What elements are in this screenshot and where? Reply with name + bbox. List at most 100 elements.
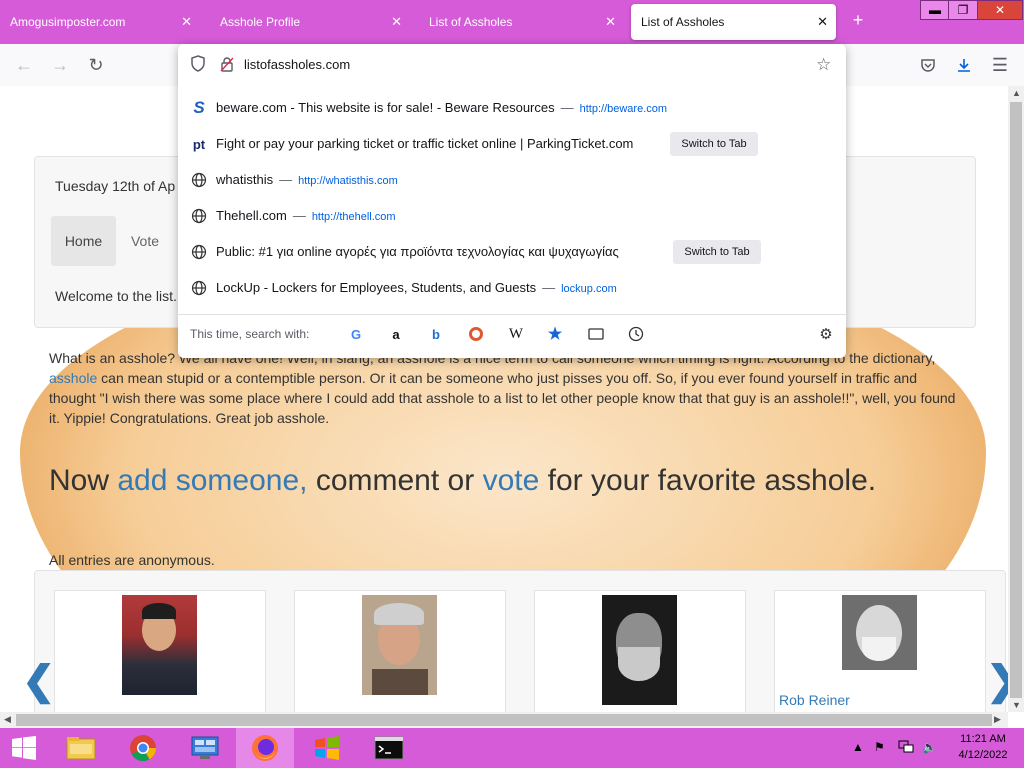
history-icon[interactable] bbox=[626, 324, 646, 344]
suggestion-title: Fight or pay your parking ticket or traf… bbox=[216, 136, 634, 151]
tab-label: List of Assholes bbox=[429, 15, 513, 29]
suggestion-url: http://thehell.com bbox=[311, 211, 396, 223]
windows-icon bbox=[12, 736, 36, 760]
welcome-text: Welcome to the list. bbox=[55, 288, 177, 304]
close-icon[interactable]: ✕ bbox=[817, 14, 828, 30]
vertical-scrollbar-thumb[interactable] bbox=[1010, 102, 1022, 698]
profile-name-link[interactable]: Rob Reiner bbox=[779, 692, 850, 708]
bookmarks-icon[interactable]: ★ bbox=[545, 324, 565, 344]
restore-button[interactable]: ❐ bbox=[948, 0, 978, 20]
suggestion-url: http://whatisthis.com bbox=[298, 175, 398, 187]
tab-label: List of Assholes bbox=[641, 15, 725, 29]
system-clock[interactable]: 11:21 AM 4/12/2022 bbox=[948, 731, 1018, 763]
chrome-icon[interactable] bbox=[114, 728, 172, 768]
shield-icon[interactable] bbox=[190, 55, 206, 76]
network-icon[interactable] bbox=[898, 740, 914, 757]
pocket-icon[interactable] bbox=[916, 53, 940, 77]
volume-icon[interactable]: 🔈 bbox=[922, 740, 937, 754]
control-panel-icon[interactable] bbox=[176, 728, 234, 768]
nav-home[interactable]: Home bbox=[51, 216, 116, 266]
profile-photo[interactable] bbox=[842, 595, 917, 670]
scroll-right-icon[interactable]: ▶ bbox=[994, 714, 1001, 725]
profile-photo[interactable] bbox=[602, 595, 677, 705]
scroll-left-icon[interactable]: ◀ bbox=[4, 714, 11, 725]
suggestion-row[interactable]: whatisthis — http://whatisthis.com bbox=[178, 162, 846, 198]
windows-logo-icon[interactable] bbox=[298, 728, 356, 768]
anonymous-note: All entries are anonymous. bbox=[49, 552, 215, 568]
headline: Now add someone, comment or vote for you… bbox=[49, 464, 876, 498]
globe-icon bbox=[190, 171, 208, 189]
download-icon[interactable] bbox=[952, 53, 976, 77]
tab-list-of-assholes[interactable]: List of Assholes ✕ bbox=[419, 4, 624, 40]
suggestion-url: http://beware.com bbox=[579, 103, 668, 115]
flag-icon[interactable]: ⚑ bbox=[874, 740, 885, 754]
address-input[interactable] bbox=[244, 57, 804, 72]
suggestion-row[interactable]: Public: #1 για online αγορές για προϊόντ… bbox=[178, 234, 846, 270]
suggestion-title: LockUp - Lockers for Employees, Students… bbox=[216, 280, 537, 295]
minimize-button[interactable]: ▬ bbox=[920, 0, 950, 20]
switch-to-tab-button[interactable]: Switch to Tab bbox=[673, 240, 761, 264]
scroll-down-icon[interactable]: ▼ bbox=[1012, 700, 1021, 710]
tab-asshole-profile[interactable]: Asshole Profile ✕ bbox=[210, 4, 410, 40]
globe-icon bbox=[190, 279, 208, 297]
suggestion-row[interactable]: Thehell.com — http://thehell.com bbox=[178, 198, 846, 234]
clock-time: 11:21 AM bbox=[960, 733, 1006, 745]
suggestion-title: Public: #1 για online αγορές για προϊόντ… bbox=[216, 244, 619, 259]
tab-amogus[interactable]: Amogusimposter.com ✕ bbox=[0, 4, 200, 40]
file-explorer-icon[interactable] bbox=[52, 728, 110, 768]
add-someone-link[interactable]: add someone, bbox=[117, 464, 307, 497]
suggestion-row[interactable]: LockUp - Lockers for Employees, Students… bbox=[178, 270, 846, 306]
headline-text: for your favorite asshole. bbox=[539, 464, 877, 497]
bookmark-star-icon[interactable]: ☆ bbox=[816, 55, 831, 75]
profile-photo[interactable] bbox=[362, 595, 437, 695]
intro-text-rest: can mean stupid or a contemptible person… bbox=[49, 370, 956, 426]
suggestion-title: whatisthis bbox=[216, 172, 274, 187]
nav-vote[interactable]: Vote bbox=[125, 216, 165, 266]
globe-icon bbox=[190, 207, 208, 225]
close-icon[interactable]: ✕ bbox=[391, 14, 402, 30]
scroll-up-icon[interactable]: ▲ bbox=[1012, 88, 1021, 98]
headline-text: comment or bbox=[307, 464, 483, 497]
close-icon[interactable]: ✕ bbox=[605, 14, 616, 30]
parkingticket-favicon-icon: pt bbox=[192, 136, 206, 152]
headline-text: Now bbox=[49, 464, 118, 497]
horizontal-scrollbar-thumb[interactable] bbox=[16, 714, 992, 726]
clock-date: 4/12/2022 bbox=[958, 749, 1008, 761]
command-prompt-icon[interactable] bbox=[360, 728, 418, 768]
new-tab-button[interactable]: + bbox=[848, 10, 868, 34]
back-icon[interactable]: ← bbox=[12, 53, 36, 77]
duckduckgo-icon[interactable] bbox=[466, 324, 486, 344]
suggestion-row[interactable]: pt Fight or pay your parking ticket or t… bbox=[178, 126, 846, 162]
reload-icon[interactable]: ↻ bbox=[84, 53, 108, 77]
profile-card[interactable] bbox=[294, 590, 506, 712]
chevron-right-icon[interactable]: ❯ bbox=[986, 658, 1008, 704]
date-text: Tuesday 12th of Ap bbox=[55, 178, 176, 194]
globe-icon bbox=[190, 243, 208, 261]
forward-icon[interactable]: → bbox=[48, 53, 72, 77]
google-icon[interactable]: G bbox=[346, 324, 366, 344]
vote-link[interactable]: vote bbox=[483, 464, 540, 497]
suggestion-title: Thehell.com bbox=[216, 208, 287, 223]
tabs-icon[interactable] bbox=[586, 324, 606, 344]
profile-card[interactable] bbox=[54, 590, 266, 712]
search-with-label: This time, search with: bbox=[190, 327, 310, 341]
switch-to-tab-button[interactable]: Switch to Tab bbox=[670, 132, 758, 156]
menu-icon[interactable]: ☰ bbox=[988, 53, 1012, 77]
gear-icon[interactable]: ⚙ bbox=[816, 324, 836, 344]
close-icon[interactable]: ✕ bbox=[181, 14, 192, 30]
profile-photo[interactable] bbox=[122, 595, 197, 695]
profile-card[interactable] bbox=[534, 590, 746, 712]
bing-icon[interactable]: b bbox=[426, 324, 446, 344]
suggestion-row[interactable]: S beware.com - This website is for sale!… bbox=[178, 90, 846, 126]
wikipedia-icon[interactable]: W bbox=[506, 324, 526, 344]
tab-list-of-assholes-active[interactable]: List of Assholes ✕ bbox=[631, 4, 836, 40]
insecure-lock-icon[interactable] bbox=[220, 56, 234, 75]
chevron-left-icon[interactable]: ❮ bbox=[22, 658, 56, 704]
firefox-icon[interactable] bbox=[236, 728, 294, 768]
start-button[interactable] bbox=[0, 728, 48, 768]
intro-paragraph: What is an asshole? We all have one! Wel… bbox=[49, 348, 959, 428]
close-window-button[interactable]: ✕ bbox=[977, 0, 1023, 20]
amazon-icon[interactable]: a bbox=[386, 324, 406, 344]
asshole-link[interactable]: asshole bbox=[49, 370, 97, 386]
show-hidden-icons-icon[interactable]: ▲ bbox=[852, 740, 864, 754]
